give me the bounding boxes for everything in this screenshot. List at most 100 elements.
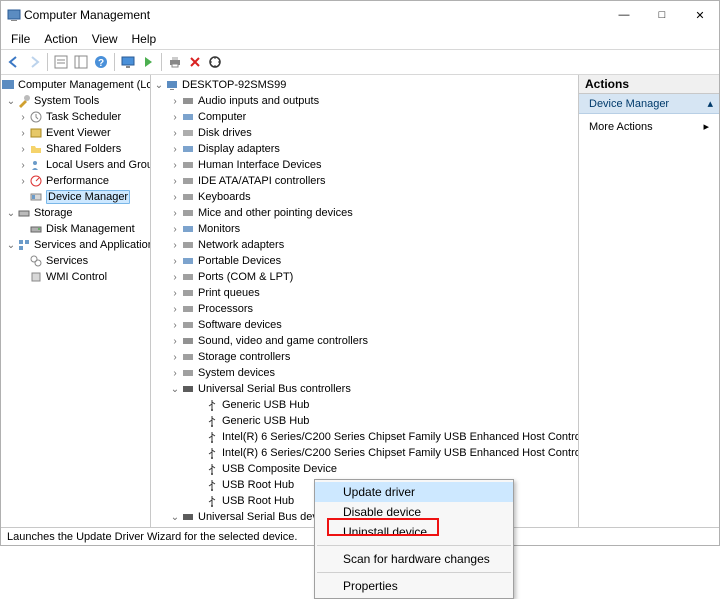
titlebar: Computer Management — □ ✕ [1, 1, 719, 29]
tree-item[interactable]: ›Local Users and Groups [1, 157, 150, 173]
device-category[interactable]: ›Ports (COM & LPT) [151, 269, 578, 285]
services-icon [29, 254, 43, 268]
device-category[interactable]: ⌄Universal Serial Bus controllers [151, 381, 578, 397]
device-category[interactable]: ›Keyboards [151, 189, 578, 205]
chevron-down-icon[interactable]: ⌄ [169, 512, 181, 523]
tree-group[interactable]: ⌄Services and Applications [1, 237, 150, 253]
device-category[interactable]: ›Network adapters [151, 237, 578, 253]
scope-tree[interactable]: Computer Management (Local) ⌄ System Too… [1, 75, 151, 527]
device-tree[interactable]: ⌄DESKTOP-92SMS99›Audio inputs and output… [151, 75, 579, 527]
chevron-right-icon[interactable]: › [169, 192, 181, 203]
device-category[interactable]: ›Portable Devices [151, 253, 578, 269]
tree-item[interactable]: WMI Control [1, 269, 150, 285]
menu-help[interactable]: Help [126, 31, 163, 47]
tree-item[interactable]: ›Performance [1, 173, 150, 189]
menu-file[interactable]: File [5, 31, 36, 47]
chevron-right-icon[interactable]: › [169, 224, 181, 235]
minimize-button[interactable]: — [605, 1, 643, 29]
device-category[interactable]: ›Software devices [151, 317, 578, 333]
device-category[interactable]: ›Monitors [151, 221, 578, 237]
chevron-right-icon[interactable]: › [17, 160, 29, 171]
menu-view[interactable]: View [86, 31, 124, 47]
chevron-right-icon[interactable]: › [17, 128, 29, 139]
tree-group[interactable]: ⌄ System Tools [1, 93, 150, 109]
chevron-right-icon[interactable]: › [17, 176, 29, 187]
chevron-down-icon[interactable]: ⌄ [5, 96, 17, 107]
chevron-right-icon[interactable]: › [169, 144, 181, 155]
monitor-icon[interactable] [119, 53, 137, 71]
print-icon[interactable] [166, 53, 184, 71]
context-menu: Update driverDisable deviceUninstall dev… [314, 479, 514, 599]
chevron-down-icon[interactable]: ⌄ [153, 80, 165, 91]
chevron-right-icon[interactable]: › [169, 368, 181, 379]
context-menu-item[interactable]: Scan for hardware changes [315, 549, 513, 569]
device-category[interactable]: ›System devices [151, 365, 578, 381]
device-category[interactable]: ›IDE ATA/ATAPI controllers [151, 173, 578, 189]
chevron-right-icon[interactable]: › [169, 256, 181, 267]
context-menu-item[interactable]: Disable device [315, 502, 513, 522]
actions-more[interactable]: More Actions ▸ [579, 114, 719, 139]
details-icon[interactable] [52, 53, 70, 71]
chevron-right-icon[interactable]: › [169, 272, 181, 283]
chevron-right-icon[interactable]: › [169, 304, 181, 315]
context-menu-item[interactable]: Uninstall device [315, 522, 513, 542]
chevron-right-icon[interactable]: › [169, 320, 181, 331]
disk-icon [29, 222, 43, 236]
tree-item[interactable]: ›Shared Folders [1, 141, 150, 157]
tree-group[interactable]: ⌄Storage [1, 205, 150, 221]
chevron-right-icon[interactable]: › [169, 96, 181, 107]
device-category[interactable]: ›Display adapters [151, 141, 578, 157]
play-icon[interactable] [139, 53, 157, 71]
pane-icon[interactable] [72, 53, 90, 71]
chevron-right-icon[interactable]: › [169, 160, 181, 171]
delete-icon[interactable] [186, 53, 204, 71]
device-category[interactable]: ›Human Interface Devices [151, 157, 578, 173]
device-category[interactable]: ›Audio inputs and outputs [151, 93, 578, 109]
device-category[interactable]: ›Mice and other pointing devices [151, 205, 578, 221]
chevron-right-icon[interactable]: › [169, 208, 181, 219]
device-category[interactable]: ›Print queues [151, 285, 578, 301]
device-category[interactable]: ›Storage controllers [151, 349, 578, 365]
device-category[interactable]: ›Sound, video and game controllers [151, 333, 578, 349]
device-root[interactable]: ⌄DESKTOP-92SMS99 [151, 77, 578, 93]
device-icon [181, 110, 195, 124]
device-item[interactable]: USB Composite Device [151, 461, 578, 477]
chevron-right-icon[interactable]: › [169, 128, 181, 139]
tree-item[interactable]: ›Task Scheduler [1, 109, 150, 125]
help-icon[interactable]: ? [92, 53, 110, 71]
chevron-right-icon[interactable]: › [169, 336, 181, 347]
tree-item-device-manager[interactable]: Device Manager [1, 189, 150, 205]
maximize-button[interactable]: □ [643, 1, 681, 29]
device-item[interactable]: Generic USB Hub [151, 413, 578, 429]
scan-icon[interactable] [206, 53, 224, 71]
chevron-right-icon[interactable]: › [169, 352, 181, 363]
device-icon [181, 270, 195, 284]
device-category[interactable]: ›Processors [151, 301, 578, 317]
chevron-down-icon[interactable]: ⌄ [5, 240, 17, 251]
actions-sub[interactable]: Device Manager ▴ [579, 94, 719, 114]
context-menu-item[interactable]: Update driver [315, 482, 513, 502]
chevron-right-icon[interactable]: › [169, 112, 181, 123]
chevron-right-icon[interactable]: › [17, 144, 29, 155]
chevron-right-icon[interactable]: › [169, 240, 181, 251]
actions-header: Actions [579, 75, 719, 94]
close-button[interactable]: ✕ [681, 1, 719, 29]
device-item[interactable]: Intel(R) 6 Series/C200 Series Chipset Fa… [151, 445, 578, 461]
context-menu-item[interactable]: Properties [315, 576, 513, 596]
chevron-down-icon[interactable]: ⌄ [169, 384, 181, 395]
device-item[interactable]: Generic USB Hub [151, 397, 578, 413]
tree-item[interactable]: Services [1, 253, 150, 269]
chevron-down-icon[interactable]: ⌄ [5, 208, 17, 219]
forward-button[interactable] [25, 53, 43, 71]
chevron-right-icon[interactable]: › [169, 288, 181, 299]
chevron-right-icon[interactable]: › [169, 176, 181, 187]
device-category[interactable]: ›Disk drives [151, 125, 578, 141]
device-item[interactable]: Intel(R) 6 Series/C200 Series Chipset Fa… [151, 429, 578, 445]
chevron-right-icon[interactable]: › [17, 112, 29, 123]
tree-root[interactable]: Computer Management (Local) [1, 77, 150, 93]
device-category[interactable]: ›Computer [151, 109, 578, 125]
tree-item[interactable]: ›Event Viewer [1, 125, 150, 141]
menu-action[interactable]: Action [38, 31, 83, 47]
back-button[interactable] [5, 53, 23, 71]
tree-item[interactable]: Disk Management [1, 221, 150, 237]
